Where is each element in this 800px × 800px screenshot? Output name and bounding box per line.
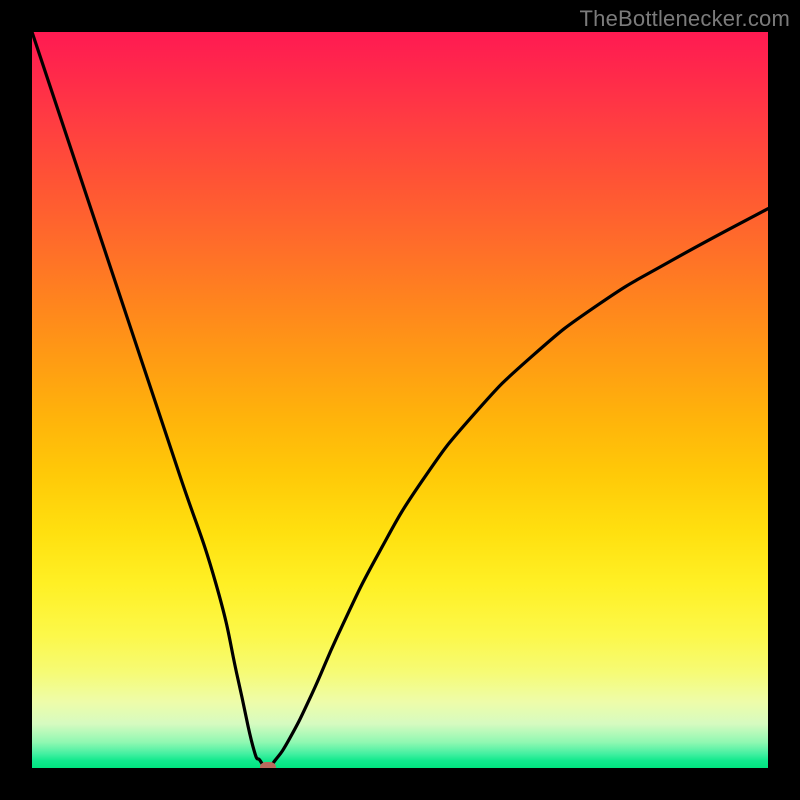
gradient-background bbox=[32, 32, 768, 768]
optimum-marker bbox=[260, 762, 276, 768]
chart-frame: TheBottlenecker.com bbox=[0, 0, 800, 800]
watermark-text: TheBottlenecker.com bbox=[580, 6, 790, 32]
plot-area bbox=[32, 32, 768, 768]
